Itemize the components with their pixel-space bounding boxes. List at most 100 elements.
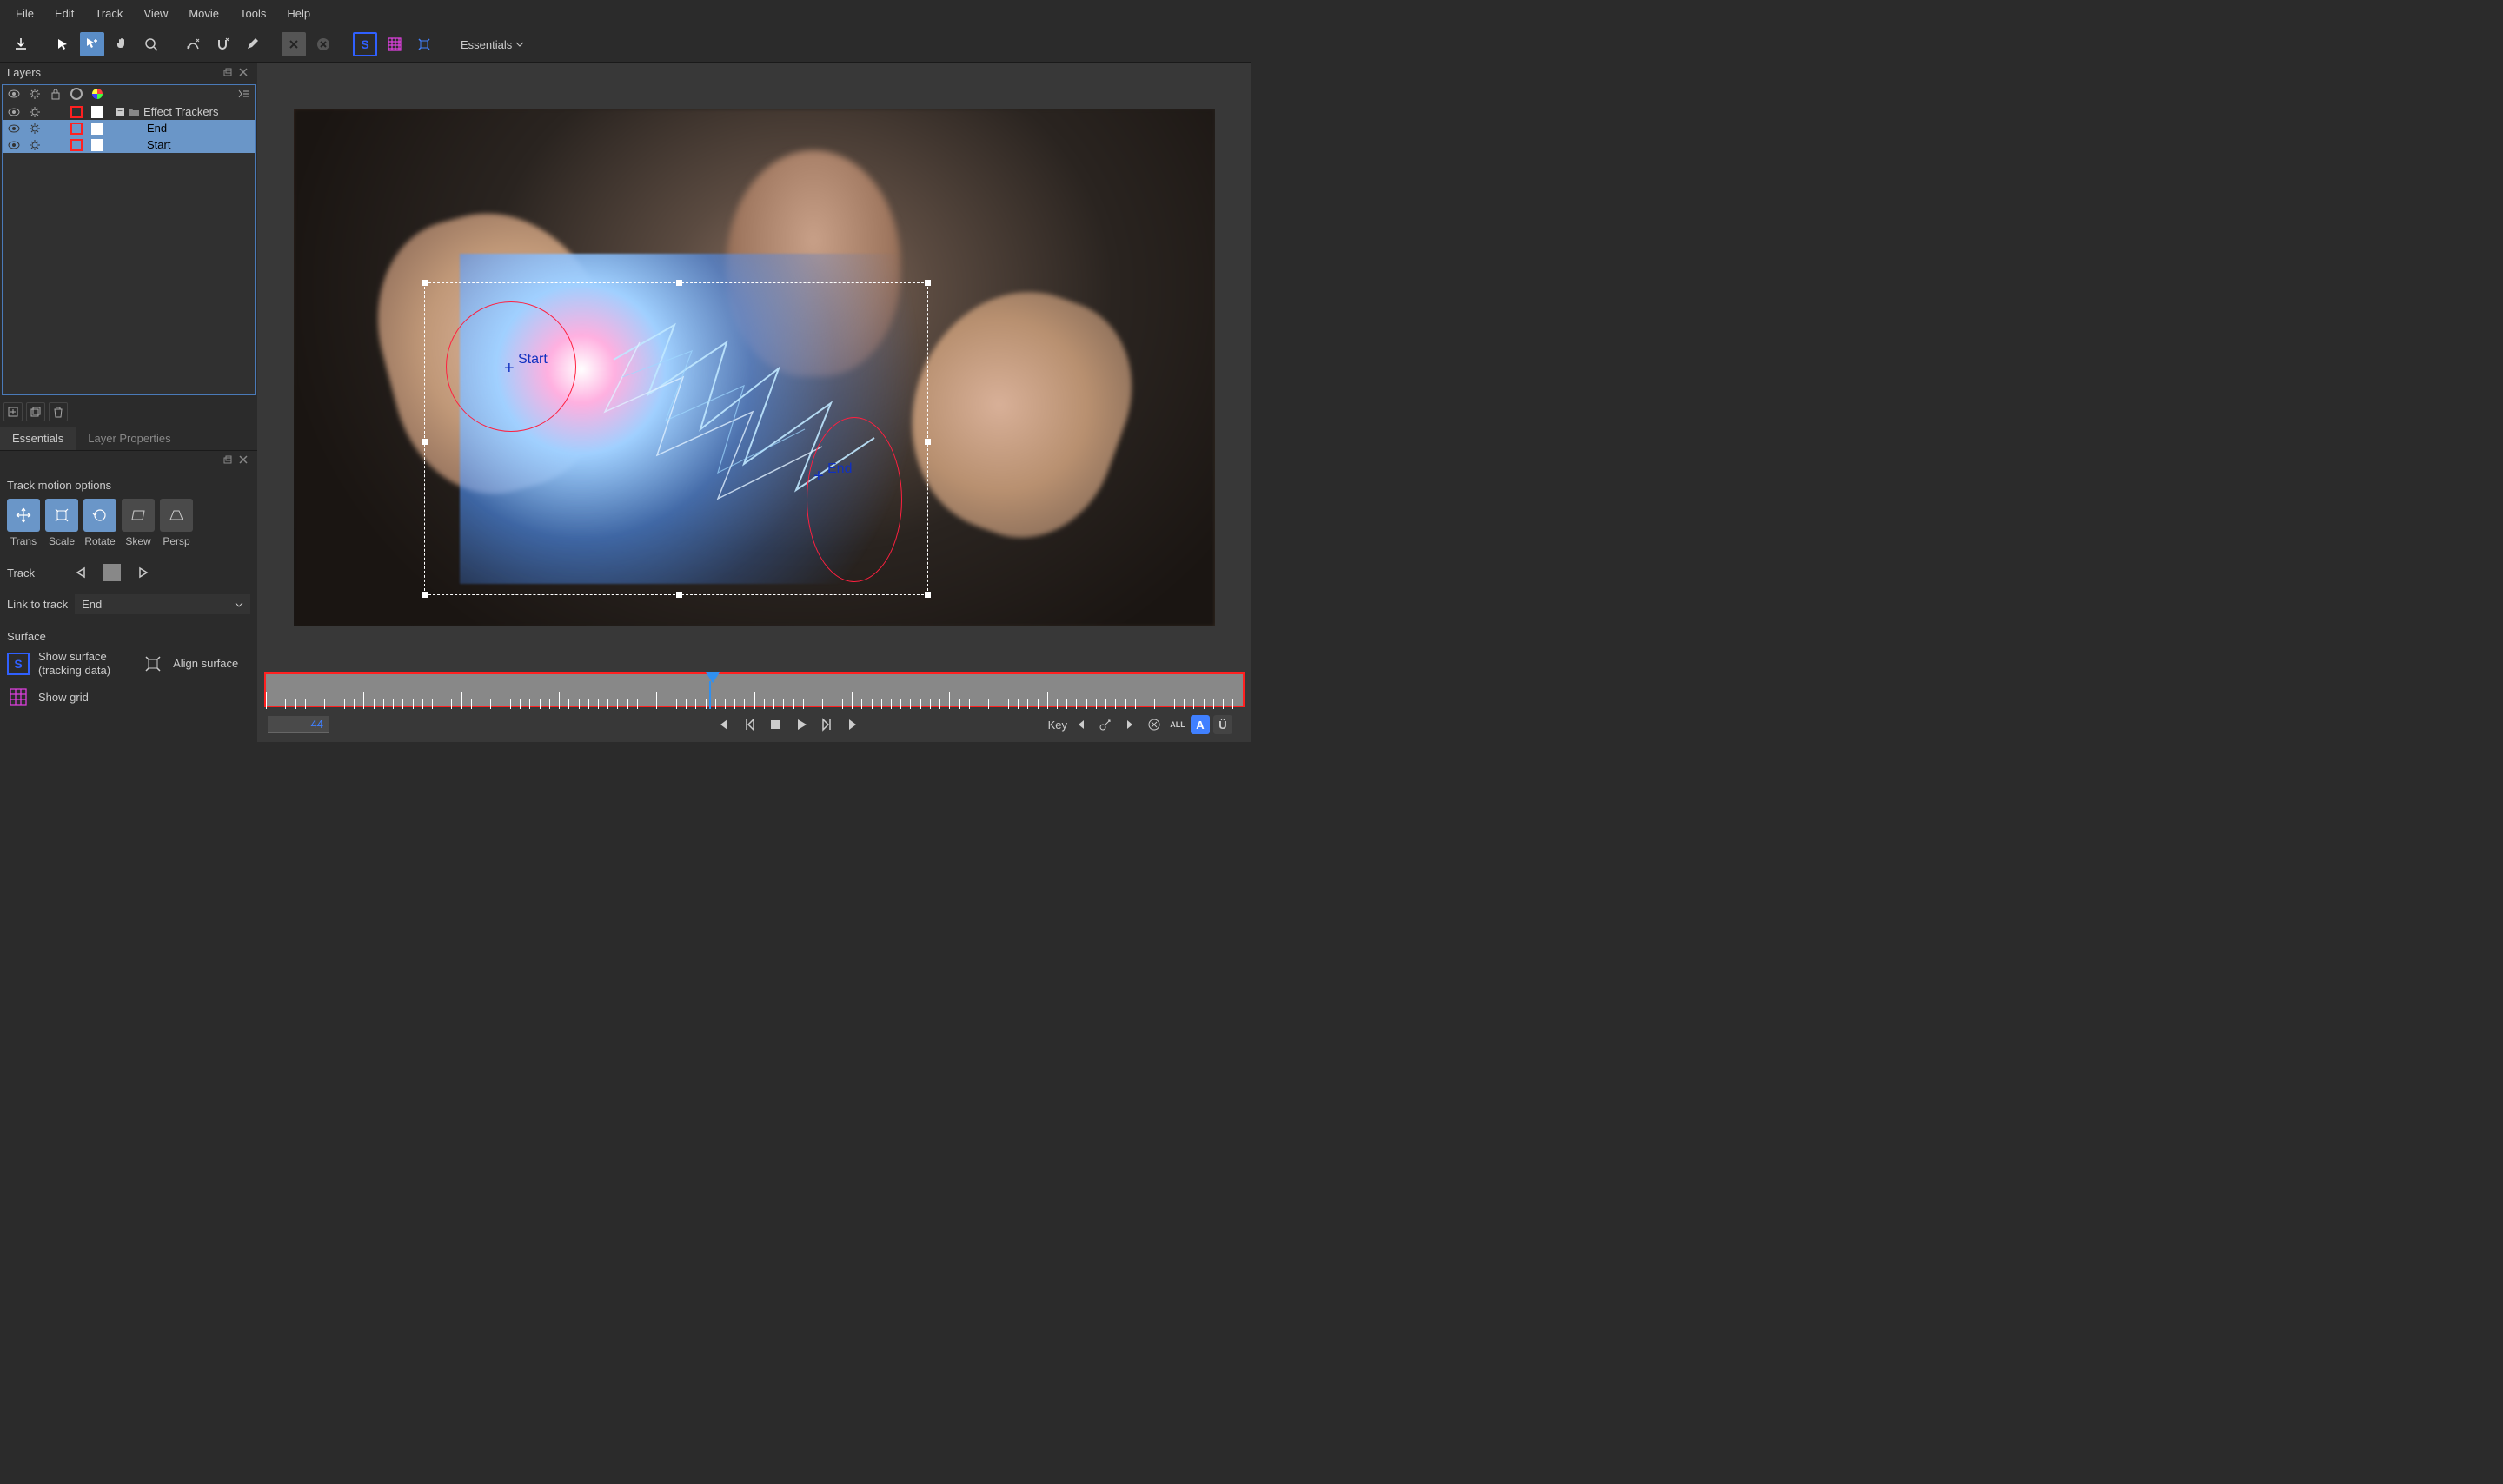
align-icon[interactable] bbox=[412, 32, 436, 56]
viewer[interactable]: + Start + End bbox=[257, 63, 1252, 672]
workspace-dropdown[interactable]: Essentials bbox=[454, 35, 531, 55]
menu-tools[interactable]: Tools bbox=[231, 3, 275, 23]
frame-input[interactable]: 44 bbox=[268, 716, 329, 733]
surface-s-icon[interactable]: S bbox=[353, 32, 377, 56]
gear-icon[interactable] bbox=[29, 139, 41, 151]
color-swatch-white[interactable] bbox=[91, 106, 103, 118]
tab-essentials[interactable]: Essentials bbox=[0, 427, 76, 450]
layer-row-end[interactable]: End bbox=[3, 120, 255, 136]
zoom-tool-icon[interactable] bbox=[139, 32, 163, 56]
show-grid-button[interactable] bbox=[7, 686, 30, 708]
x-box-icon[interactable] bbox=[282, 32, 306, 56]
layer-menu-icon[interactable] bbox=[237, 88, 249, 100]
visibility-icon[interactable] bbox=[8, 139, 20, 151]
tracker-start-label: Start bbox=[518, 352, 548, 368]
motion-skew-button[interactable] bbox=[122, 499, 155, 532]
gear-icon[interactable] bbox=[29, 123, 41, 135]
delete-layer-icon[interactable] bbox=[49, 402, 68, 421]
resize-handle[interactable] bbox=[676, 592, 682, 598]
goto-start-button[interactable] bbox=[713, 714, 734, 735]
track-stop-button[interactable] bbox=[103, 563, 122, 582]
resize-handle[interactable] bbox=[676, 280, 682, 286]
show-surface-button[interactable]: S bbox=[7, 653, 30, 675]
tab-layer-properties[interactable]: Layer Properties bbox=[76, 427, 183, 450]
key-all-badge[interactable]: ALL bbox=[1168, 715, 1187, 734]
align-surface-button[interactable] bbox=[142, 653, 164, 675]
select-plus-tool-icon[interactable] bbox=[80, 32, 104, 56]
timeline-marker[interactable] bbox=[706, 672, 720, 683]
menu-edit[interactable]: Edit bbox=[46, 3, 83, 23]
circle-column-icon[interactable] bbox=[70, 88, 83, 100]
goto-end-button[interactable] bbox=[843, 714, 864, 735]
motion-persp-button[interactable] bbox=[160, 499, 193, 532]
resize-handle[interactable] bbox=[925, 439, 931, 445]
save-tool-icon[interactable] bbox=[9, 32, 33, 56]
motion-label-persp: Persp bbox=[160, 535, 193, 547]
resize-handle[interactable] bbox=[422, 592, 428, 598]
select-tool-icon[interactable] bbox=[50, 32, 75, 56]
visibility-icon[interactable] bbox=[8, 123, 20, 135]
menu-movie[interactable]: Movie bbox=[180, 3, 228, 23]
menu-track[interactable]: Track bbox=[86, 3, 131, 23]
color-swatch-red[interactable] bbox=[70, 123, 83, 135]
key-prev-button[interactable] bbox=[1071, 714, 1092, 735]
video-frame[interactable]: + Start + End bbox=[294, 109, 1215, 626]
step-back-button[interactable] bbox=[739, 714, 760, 735]
menu-file[interactable]: File bbox=[7, 3, 43, 23]
motion-scale-button[interactable] bbox=[45, 499, 78, 532]
motion-rotate-button[interactable] bbox=[83, 499, 116, 532]
chevron-down-icon bbox=[235, 602, 243, 607]
new-layer-icon[interactable] bbox=[3, 402, 23, 421]
chevron-down-icon bbox=[515, 42, 524, 47]
x-circle-icon[interactable] bbox=[311, 32, 335, 56]
timeline-track[interactable]: document.write(Array.from({length:100},(… bbox=[264, 672, 1245, 707]
resize-handle[interactable] bbox=[925, 592, 931, 598]
key-auto-u-badge[interactable]: Ü bbox=[1213, 715, 1232, 734]
motion-label-scale: Scale bbox=[45, 535, 78, 547]
key-add-button[interactable] bbox=[1095, 714, 1116, 735]
color-swatch-red[interactable] bbox=[70, 106, 83, 118]
panel-close-icon[interactable] bbox=[238, 454, 250, 467]
collapse-icon[interactable]: − bbox=[116, 108, 124, 116]
key-next-button[interactable] bbox=[1119, 714, 1140, 735]
motion-trans-button[interactable] bbox=[7, 499, 40, 532]
spline-tool-icon[interactable] bbox=[181, 32, 205, 56]
key-label: Key bbox=[1048, 719, 1067, 732]
brush-tool-icon[interactable] bbox=[240, 32, 264, 56]
panel-close-icon[interactable] bbox=[238, 67, 250, 79]
resize-handle[interactable] bbox=[925, 280, 931, 286]
layers-title: Layers bbox=[7, 66, 41, 79]
gear-icon[interactable] bbox=[29, 106, 41, 118]
grid-icon[interactable] bbox=[382, 32, 407, 56]
magnet-tool-icon[interactable] bbox=[210, 32, 235, 56]
track-forward-button[interactable] bbox=[134, 563, 153, 582]
resize-handle[interactable] bbox=[422, 439, 428, 445]
key-auto-a-badge[interactable]: A bbox=[1191, 715, 1210, 734]
resize-handle[interactable] bbox=[422, 280, 428, 286]
color-swatch-white[interactable] bbox=[91, 123, 103, 135]
play-button[interactable] bbox=[791, 714, 812, 735]
lock-column-icon[interactable] bbox=[50, 88, 62, 100]
visibility-column-icon[interactable] bbox=[8, 88, 20, 100]
tracker-start-cross-icon[interactable]: + bbox=[504, 359, 515, 379]
stop-button[interactable] bbox=[765, 714, 786, 735]
duplicate-layer-icon[interactable] bbox=[26, 402, 45, 421]
track-backward-button[interactable] bbox=[71, 563, 90, 582]
color-swatch-red[interactable] bbox=[70, 139, 83, 151]
layer-group-row[interactable]: − Effect Trackers bbox=[3, 103, 255, 120]
key-delete-button[interactable] bbox=[1144, 714, 1165, 735]
link-to-track-select[interactable]: End bbox=[75, 594, 250, 614]
panel-undock-icon[interactable] bbox=[222, 454, 235, 467]
menu-view[interactable]: View bbox=[135, 3, 176, 23]
gear-column-icon[interactable] bbox=[29, 88, 41, 100]
hand-tool-icon[interactable] bbox=[110, 32, 134, 56]
visibility-icon[interactable] bbox=[8, 106, 20, 118]
tracker-end-circle[interactable] bbox=[807, 417, 902, 582]
step-forward-button[interactable] bbox=[817, 714, 838, 735]
panel-undock-icon[interactable] bbox=[222, 67, 235, 79]
menu-help[interactable]: Help bbox=[278, 3, 319, 23]
color-swatch-white[interactable] bbox=[91, 139, 103, 151]
tracker-end-cross-icon[interactable]: + bbox=[813, 467, 824, 487]
color-wheel-icon[interactable] bbox=[91, 88, 103, 100]
layer-row-start[interactable]: Start bbox=[3, 136, 255, 153]
